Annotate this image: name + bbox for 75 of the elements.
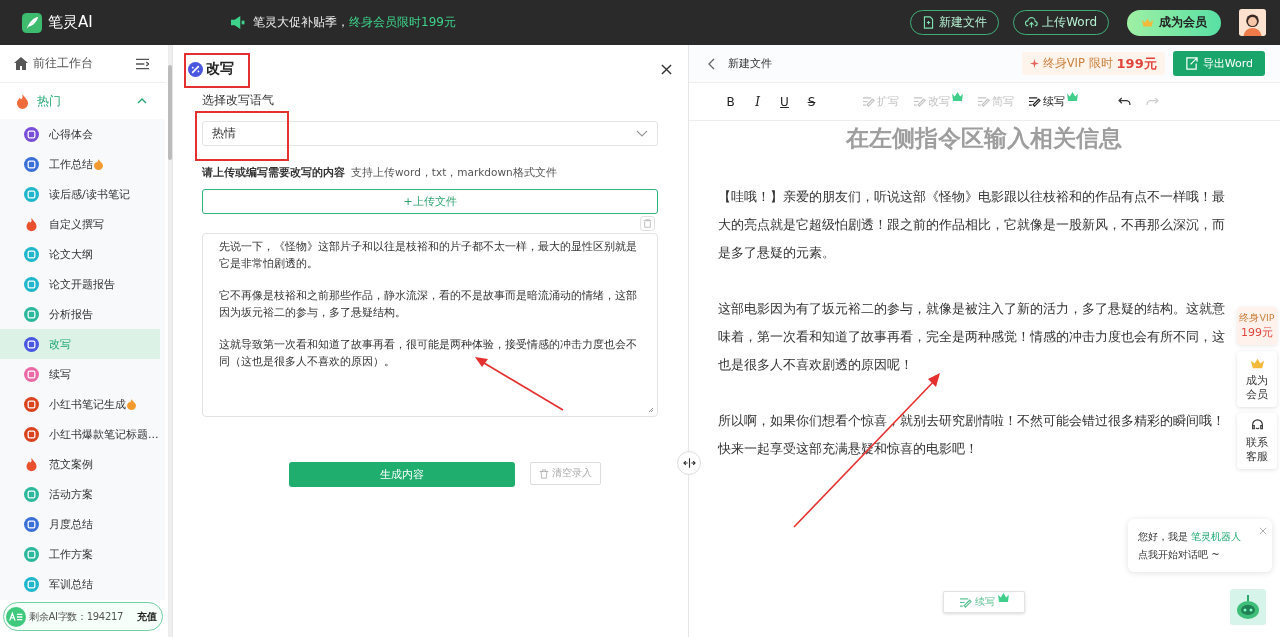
avatar-icon[interactable]	[1239, 9, 1266, 36]
home-icon	[14, 57, 28, 70]
become-member-button[interactable]: 成为会员	[1127, 9, 1221, 36]
pen-icon	[913, 96, 926, 107]
toolbar-button[interactable]: 续写	[1024, 94, 1082, 109]
paragraph: 这部电影因为有了坂元裕二的参与，就像是被注入了新的活力，多了悬疑的结构。这就意味着，第一次看和知道了故事再看，完全是两种感觉！情感的冲击力度也会有所不同，这也是很多人不喜欢剧透的原因呢！	[718, 300, 1226, 374]
sparkle-icon	[1029, 59, 1039, 68]
highlight-box	[184, 53, 250, 88]
promo-text: 笔灵大促补贴季，终身会员限时199元	[253, 14, 456, 31]
resize-icon	[682, 458, 696, 468]
sidebar-item[interactable]: 工作方案	[0, 539, 160, 569]
upload-icon	[1025, 16, 1039, 29]
trash-icon	[539, 468, 549, 479]
chat-prompt: 点我开始对话吧 ~	[1138, 548, 1221, 562]
format-button[interactable]: B	[720, 94, 741, 109]
sidebar-item[interactable]: 小红书爆款笔记标题...	[0, 419, 160, 449]
flame-icon	[16, 93, 29, 109]
vip-promo[interactable]: 终身VIP 限时 199元	[1021, 52, 1165, 75]
quota-text: 剩余AI字数：194217	[29, 609, 125, 624]
sidebar-item[interactable]: 工作总结	[0, 149, 160, 179]
content-field[interactable]: 先说一下，《怪物》这部片子和以往是枝裕和的片子都不太一样，最大的显性区别就是它是非常怕剧透的。 它不再像是枝裕和之前那些作品，静水流深，看的不是故事而是暗流涌动的情绪，这部因为坂元裕二的参与，多了悬疑结构。 这就导致第一次看和知道了故事再看，很可能是两种体验，接受情感的冲击力度也会不同（这也是很多人不喜欢的原因）。	[202, 233, 658, 417]
brand-name: 笔灵AI	[48, 13, 93, 32]
pen-icon	[977, 96, 990, 107]
sidebar-item[interactable]: 分析报告	[0, 299, 160, 329]
crown-icon	[1141, 16, 1154, 29]
service-card[interactable]: 联系客服	[1237, 413, 1277, 469]
format-button[interactable]: I	[747, 94, 768, 109]
headset-icon	[1249, 419, 1265, 432]
sidebar-item[interactable]: 活动方案	[0, 479, 160, 509]
resize-grip-icon[interactable]	[648, 407, 654, 413]
sidebar-item[interactable]: 读后感/读书笔记	[0, 179, 160, 209]
undo-icon[interactable]	[1118, 97, 1131, 106]
export-icon	[1184, 57, 1198, 70]
robot-icon[interactable]	[1230, 589, 1266, 625]
sidebar-item[interactable]: 小红书笔记生成	[0, 389, 160, 419]
close-icon[interactable]	[661, 63, 672, 75]
field-label: 选择改写语气	[202, 93, 275, 108]
pen-icon	[862, 96, 875, 107]
member-card[interactable]: 成为会员	[1237, 351, 1277, 407]
back-icon[interactable]	[708, 57, 715, 70]
rewrite-icon	[188, 61, 203, 77]
field-label: 请上传或编写需要改写的内容	[202, 166, 345, 180]
sidebar-item[interactable]: 范文案例	[0, 449, 160, 479]
megaphone-icon	[230, 16, 245, 29]
workspace-link[interactable]: 前往工作台	[14, 55, 93, 72]
sidebar-item[interactable]: 军训总结	[0, 569, 160, 599]
chevron-icon	[137, 98, 147, 104]
format-button[interactable]: U	[774, 94, 795, 109]
logo-icon	[22, 12, 42, 33]
pen-icon	[959, 596, 972, 608]
sidebar-item[interactable]: 论文开题报告	[0, 269, 160, 299]
chat-greeting: 您好，我是 笔灵机器人	[1138, 530, 1243, 544]
resize-handle[interactable]	[677, 451, 701, 475]
vip-card[interactable]: 终身VIP 199元	[1237, 307, 1277, 345]
chat-bubble[interactable]: 您好，我是 笔灵机器人 点我开始对话吧 ~	[1128, 519, 1272, 572]
panel-title: 改写	[206, 60, 234, 78]
sidebar-item[interactable]: 续写	[0, 359, 160, 389]
file-name: 新建文件	[728, 56, 772, 71]
menu-icon[interactable]	[136, 57, 149, 70]
crown-icon	[1249, 357, 1265, 370]
file-icon	[922, 16, 936, 29]
paragraph: 【哇哦！】亲爱的朋友们，听说这部《怪物》电影跟以往枝裕和的作品有点不一样哦！最大的亮点就是它超级怕剧透！跟之前的作品相比，它就像是一股新风，不再那么深沉，而是多了悬疑的元素。	[718, 188, 1226, 262]
sidebar-item[interactable]: 论文大纲	[0, 239, 160, 269]
tone-select[interactable]: 热情	[202, 121, 658, 146]
placeholder-heading: 在左侧指令区输入相关信息	[844, 124, 1123, 153]
format-button[interactable]: S	[801, 94, 822, 109]
crown-icon	[998, 592, 1009, 602]
ai-icon	[6, 606, 26, 627]
sidebar-item[interactable]: 月度总结	[0, 509, 160, 539]
pen-icon	[1028, 96, 1041, 107]
recharge-link[interactable]: 充值	[137, 609, 157, 624]
field-hint: 支持上传word，txt，markdown格式文件	[351, 166, 557, 180]
sidebar-item[interactable]: 自定义撰写	[0, 209, 160, 239]
chevron-down-icon	[636, 130, 648, 137]
sidebar-item[interactable]: 心得体会	[0, 119, 160, 149]
